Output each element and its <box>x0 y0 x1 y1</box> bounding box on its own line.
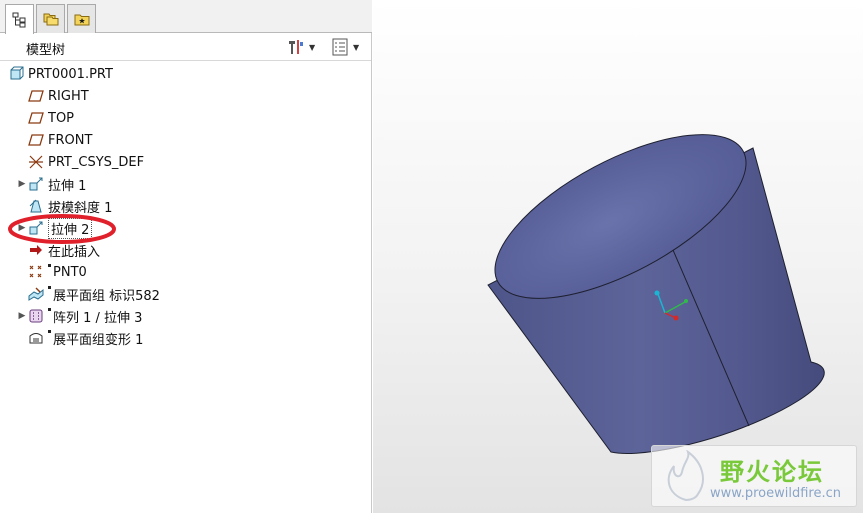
chevron-down-icon: ▼ <box>309 42 316 52</box>
model-graphic <box>487 134 825 454</box>
status-marker-icon <box>48 308 51 311</box>
panel-tab-strip <box>0 0 372 34</box>
forum-watermark: 野火论坛 www.proewildfire.cn <box>651 445 857 507</box>
chevron-down-icon: ▼ <box>353 42 360 52</box>
tree-item-label: 拉伸 1 <box>48 178 87 194</box>
model-tree-header: 模型树 ▼ ▼ <box>0 33 371 61</box>
tree-item-label: 展平面组 标识582 <box>53 288 160 304</box>
csys-icon <box>28 154 44 170</box>
highlight-ellipse <box>8 214 116 244</box>
pattern-icon <box>28 308 44 324</box>
tree-settings-button[interactable]: ▼ <box>286 37 315 57</box>
tree-item-flatten-quilt[interactable]: 展平面组 标识582 <box>28 283 160 305</box>
expand-arrow-icon[interactable]: ▶ <box>16 179 28 189</box>
star-folder-icon <box>74 14 89 26</box>
tree-icon <box>12 12 25 27</box>
tree-item-flatten-deform[interactable]: 展平面组变形 1 <box>28 327 143 349</box>
tree-item-extrude-1[interactable]: ▶ 拉伸 1 <box>16 173 86 195</box>
tree-item-pattern-1[interactable]: ▶ 阵列 1 / 拉伸 3 <box>16 305 142 327</box>
tree-item-right-plane[interactable]: RIGHT <box>28 85 89 107</box>
tree-item-pnt0[interactable]: PNT0 <box>28 261 87 283</box>
tree-item-label: 阵列 1 / 拉伸 3 <box>53 310 143 326</box>
tree-item-label: FRONT <box>48 132 93 148</box>
list-icon <box>332 38 348 56</box>
status-marker-icon <box>48 264 51 267</box>
folders-icon <box>43 13 58 26</box>
extrude-icon <box>28 176 44 192</box>
tree-show-button[interactable]: ▼ <box>330 37 359 57</box>
tab-favorites[interactable] <box>67 4 96 33</box>
tree-item-label: 展平面组变形 1 <box>53 332 144 348</box>
tree-item-front-plane[interactable]: FRONT <box>28 129 92 151</box>
part-icon <box>8 66 24 82</box>
tree-item-top-plane[interactable]: TOP <box>28 107 74 129</box>
watermark-url: www.proewildfire.cn <box>710 486 841 501</box>
graphics-viewport[interactable] <box>373 0 863 513</box>
datum-point-icon <box>28 264 44 280</box>
tree-item-label: PNT0 <box>53 264 87 280</box>
tree-item-label: TOP <box>48 110 75 126</box>
datum-plane-icon <box>28 110 44 126</box>
tree-item-csys[interactable]: PRT_CSYS_DEF <box>28 151 144 173</box>
flame-logo-icon <box>667 450 704 502</box>
tab-folder-browser[interactable] <box>36 4 65 33</box>
datum-plane-icon <box>28 132 44 148</box>
tree-item-part[interactable]: PRT0001.PRT <box>8 63 113 85</box>
watermark-title: 野火论坛 <box>720 458 824 486</box>
status-marker-icon <box>48 286 51 289</box>
tools-icon <box>289 40 303 54</box>
datum-plane-icon <box>28 88 44 104</box>
tab-model-tree[interactable] <box>5 4 34 34</box>
status-marker-icon <box>48 330 51 333</box>
expand-arrow-icon[interactable]: ▶ <box>16 311 28 321</box>
flatten-quilt-icon <box>28 286 44 302</box>
flatten-deform-icon <box>28 330 44 346</box>
tree-item-label: PRT0001.PRT <box>28 66 113 82</box>
tree-item-label: RIGHT <box>48 88 89 104</box>
model-tree-panel: 模型树 ▼ ▼ PRT0001.PRT RIGHT TOP FRONT PRT_… <box>0 0 372 513</box>
tree-item-label: PRT_CSYS_DEF <box>48 154 145 170</box>
model-tree-title: 模型树 <box>26 43 66 58</box>
